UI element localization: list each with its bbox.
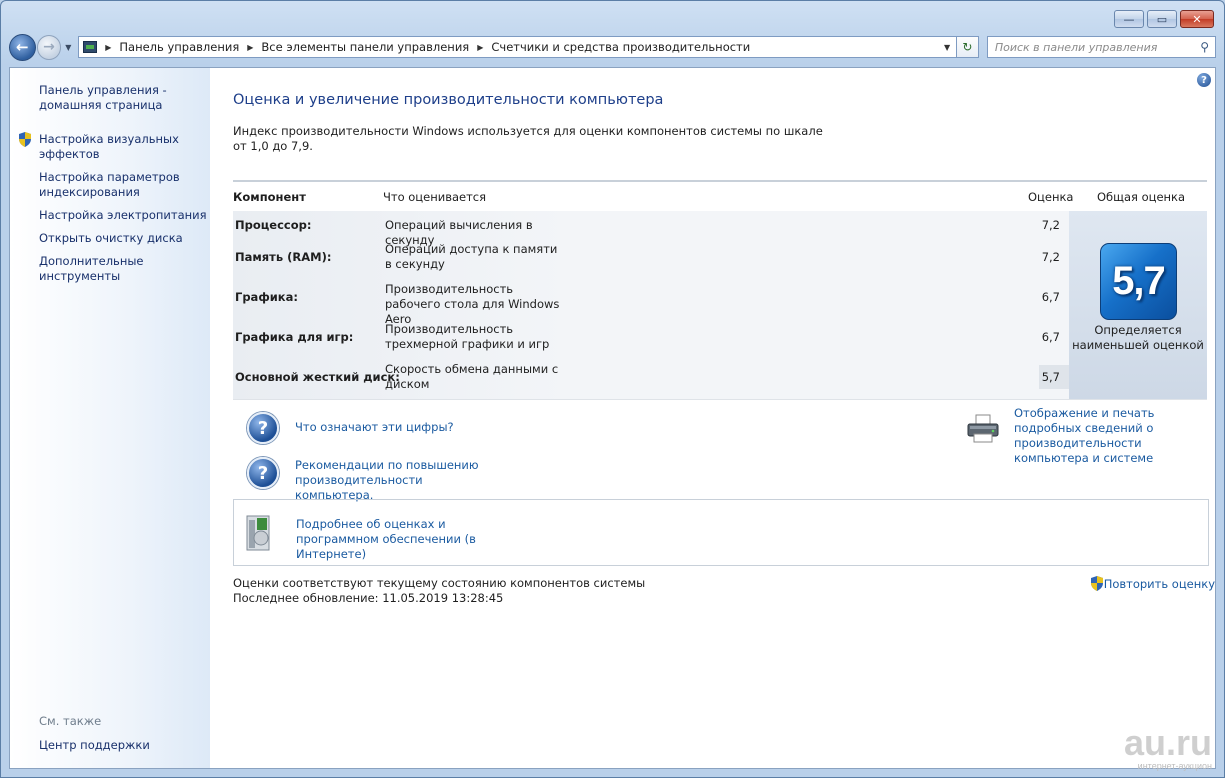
refresh-icon[interactable]: ↻ — [957, 36, 979, 58]
chevron-right-icon[interactable]: ▶ — [477, 43, 483, 52]
status-line: Оценки соответствуют текущему состоянию … — [233, 576, 646, 590]
row-what: Операций доступа к памяти в секунду — [385, 242, 558, 271]
question-icon[interactable]: ? — [247, 412, 279, 444]
table-divider — [233, 180, 1207, 182]
row-score: 5,7 — [1041, 370, 1060, 384]
rerun-assessment[interactable]: Повторить оценку — [1090, 576, 1215, 591]
page-title: Оценка и увеличение производительности к… — [233, 92, 664, 108]
row-component: Память (RAM): — [235, 250, 332, 264]
row-component: Графика для игр: — [235, 330, 354, 344]
chevron-down-icon[interactable]: ▼ — [938, 43, 956, 52]
minimize-button[interactable]: — — [1114, 10, 1144, 28]
sidebar-item-disk-cleanup[interactable]: Открыть очистку диска — [39, 231, 209, 246]
column-header-score: Оценка — [1028, 190, 1074, 204]
online-info-box: Подробнее об оценках и программном обесп… — [233, 499, 1209, 566]
overall-score-panel: 5,7 Определяется наименьшей оценкой — [1069, 211, 1207, 399]
printer-icon[interactable] — [966, 414, 1000, 444]
search-icon[interactable]: ⚲ — [1200, 40, 1209, 54]
back-arrow-icon[interactable]: ← — [9, 33, 36, 61]
help-icon[interactable]: ? — [1197, 73, 1211, 87]
column-header-what: Что оценивается — [383, 190, 487, 204]
sidebar: Панель управления - домашняя страница На… — [10, 68, 210, 768]
watermark-logo: au.ru — [1123, 722, 1212, 763]
see-also-heading: См. также — [39, 714, 102, 728]
row-what: Производительность трехмерной графики и … — [385, 322, 550, 351]
main-panel: ? Оценка и увеличение производительности… — [210, 68, 1215, 768]
watermark: au.ru интернет-аукцион — [1123, 722, 1212, 772]
control-panel-icon — [83, 41, 98, 53]
breadcrumb-all-items[interactable]: Все элементы панели управления — [261, 40, 469, 54]
row-score: 6,7 — [1041, 290, 1060, 304]
content-area: Панель управления - домашняя страница На… — [9, 67, 1216, 769]
row-score: 7,2 — [1041, 250, 1060, 264]
print-details-link[interactable]: Отображение и печать подробных сведений … — [1014, 406, 1214, 466]
chevron-right-icon[interactable]: ▶ — [105, 43, 111, 52]
score-table: Процессор: Операций вычисления в секунду… — [233, 211, 1069, 399]
row-score: 6,7 — [1041, 330, 1060, 344]
search-input[interactable]: Поиск в панели управления ⚲ — [986, 36, 1216, 58]
navigation-bar: ← → ▼ ▶ Панель управления ▶ Все элементы… — [9, 33, 1216, 61]
sidebar-item-visual-effects[interactable]: Настройка визуальных эффектов — [39, 132, 189, 162]
close-button[interactable]: ✕ — [1180, 10, 1214, 28]
row-component: Графика: — [235, 290, 298, 304]
breadcrumb-control-panel[interactable]: Панель управления — [119, 40, 239, 54]
caption-buttons: — ▭ ✕ — [1114, 10, 1214, 28]
question-icon[interactable]: ? — [247, 457, 279, 489]
control-panel-window: — ▭ ✕ ← → ▼ ▶ Панель управления ▶ Все эл… — [0, 0, 1225, 778]
row-score: 7,2 — [1041, 218, 1060, 232]
recommendations-link[interactable]: Рекомендации по повышению производительн… — [295, 458, 495, 503]
software-box-icon — [246, 515, 270, 551]
row-what: Скорость обмена данными с диском — [385, 362, 559, 391]
breadcrumb-performance[interactable]: Счетчики и средства производительности — [491, 40, 750, 54]
row-component: Основной жесткий диск: — [235, 370, 400, 384]
maximize-button[interactable]: ▭ — [1147, 10, 1177, 28]
row-what: Производительность рабочего стола для Wi… — [385, 282, 560, 326]
shield-icon — [19, 132, 31, 147]
last-update: Последнее обновление: 11.05.2019 13:28:4… — [233, 591, 504, 605]
what-numbers-mean-link[interactable]: Что означают эти цифры? — [295, 420, 454, 435]
shield-icon — [1090, 576, 1103, 591]
sidebar-item-home[interactable]: Панель управления - домашняя страница — [39, 83, 189, 113]
column-header-component: Компонент — [233, 190, 306, 204]
forward-arrow-icon[interactable]: → — [36, 34, 62, 60]
action-center-link[interactable]: Центр поддержки — [39, 738, 150, 752]
status-text: Оценки соответствуют текущему состоянию … — [233, 576, 645, 606]
sidebar-item-advanced-tools[interactable]: Дополнительные инструменты — [39, 254, 159, 284]
address-bar[interactable]: ▶ Панель управления ▶ Все элементы панел… — [78, 36, 958, 58]
watermark-tagline: интернет-аукцион — [1137, 761, 1212, 771]
column-header-overall: Общая оценка — [1097, 190, 1186, 204]
search-placeholder: Поиск в панели управления — [994, 40, 1158, 54]
base-score-badge[interactable]: 5,7 — [1100, 243, 1177, 320]
sidebar-item-indexing[interactable]: Настройка параметров индексирования — [39, 170, 189, 200]
recent-pages-dropdown[interactable]: ▼ — [62, 43, 74, 52]
chevron-right-icon[interactable]: ▶ — [247, 43, 253, 52]
more-online-link[interactable]: Подробнее об оценках и программном обесп… — [296, 517, 526, 562]
overall-score-caption: Определяется наименьшей оценкой — [1072, 323, 1204, 352]
sidebar-item-power[interactable]: Настройка электропитания — [39, 208, 209, 223]
table-divider — [233, 399, 1207, 400]
row-component: Процессор: — [235, 218, 312, 232]
intro-text: Индекс производительности Windows исполь… — [233, 124, 823, 153]
rerun-assessment-link[interactable]: Повторить оценку — [1104, 577, 1215, 591]
